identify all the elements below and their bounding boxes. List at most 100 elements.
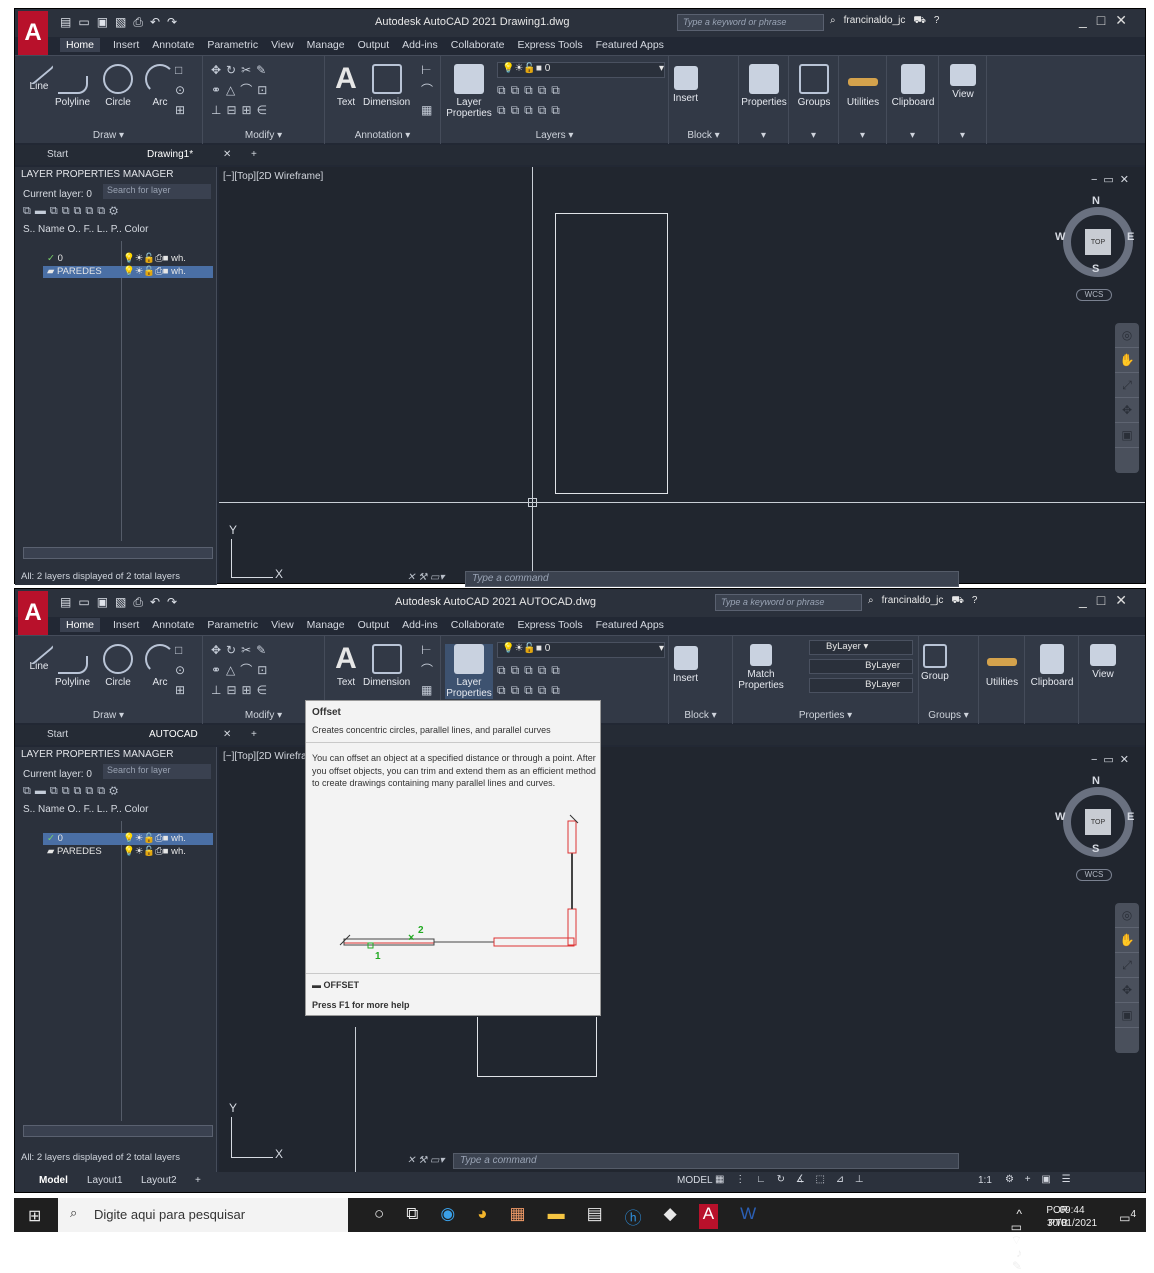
cart-icon[interactable]: ⛟: [913, 15, 926, 28]
command-input[interactable]: Type a command: [465, 571, 959, 587]
utilities-button[interactable]: Utilities: [979, 644, 1025, 688]
tab-output[interactable]: Output: [358, 619, 390, 632]
compass-w[interactable]: W: [1055, 811, 1065, 823]
view-button[interactable]: View: [939, 64, 987, 100]
clock[interactable]: 09:44 30/01/2021: [1042, 1204, 1102, 1230]
wcs-menu[interactable]: WCS: [1076, 869, 1112, 881]
viewcube-top-face[interactable]: TOP: [1085, 229, 1111, 255]
layer-toolbar[interactable]: ⧉▬⧉⧉⧉⧉⧉⚙: [23, 205, 122, 218]
layer-row-0[interactable]: ✓ 0 💡☀🔓⎙■ wh.: [43, 253, 213, 265]
task-view-icon[interactable]: ⧉: [406, 1204, 418, 1229]
compass-s[interactable]: S: [1092, 263, 1099, 275]
compass-n[interactable]: N: [1092, 195, 1100, 207]
store-icon[interactable]: ▤: [587, 1204, 603, 1229]
tab-insert[interactable]: Insert: [113, 39, 139, 52]
viewport-controls[interactable]: [−][Top][2D Wireframe]: [223, 171, 323, 182]
tab-parametric[interactable]: Parametric: [207, 39, 258, 52]
navigation-bar[interactable]: ◎ ✋ ⤢ ✥ ▣: [1115, 903, 1139, 1053]
undo-icon[interactable]: ↶: [150, 595, 160, 610]
pan-icon[interactable]: ✋: [1115, 928, 1139, 953]
undo-icon[interactable]: ↶: [150, 15, 160, 30]
utilities-dropdown[interactable]: ▾: [839, 130, 886, 141]
tab-view[interactable]: View: [271, 39, 294, 52]
draw-group-label[interactable]: Draw ▾: [15, 130, 202, 141]
new-tab-icon[interactable]: +: [251, 727, 257, 742]
help-icon[interactable]: ?: [972, 595, 978, 608]
layer-toolbar[interactable]: ⧉▬⧉⧉⧉⧉⧉⚙: [23, 785, 122, 798]
tab-annotate[interactable]: Annotate: [152, 619, 194, 632]
utilities-button[interactable]: Utilities: [839, 64, 887, 108]
save-icon[interactable]: ▣: [97, 595, 108, 610]
tab-collaborate[interactable]: Collaborate: [451, 39, 505, 52]
user-name[interactable]: francinaldo_jc: [882, 595, 944, 608]
redo-icon[interactable]: ↷: [167, 15, 177, 30]
text-button[interactable]: A Text: [331, 64, 361, 109]
block-group-label[interactable]: Block ▾: [669, 130, 738, 141]
settings-icons[interactable]: ⚙ + ▣ ☰: [1005, 1174, 1075, 1185]
help-search-input[interactable]: Type a keyword or phrase: [677, 14, 824, 31]
layer-tools[interactable]: ⧉⧉⧉⧉⧉ ⧉⧉⧉⧉⧉: [497, 80, 565, 120]
line-button[interactable]: Line: [23, 56, 55, 92]
groups-group-label[interactable]: Groups ▾: [919, 710, 978, 721]
viewport-window-controls[interactable]: −▭✕: [1091, 753, 1135, 766]
zoom-icon[interactable]: ⤢: [1115, 373, 1139, 398]
new-tab-icon[interactable]: +: [251, 147, 257, 162]
tab-insert[interactable]: Insert: [113, 619, 139, 632]
tab-featured-apps[interactable]: Featured Apps: [596, 619, 664, 632]
tab-layout1[interactable]: Layout1: [87, 1175, 123, 1186]
polyline-button[interactable]: Polyline: [55, 644, 90, 688]
tab-annotate[interactable]: Annotate: [152, 39, 194, 52]
groups-button[interactable]: Groups: [789, 64, 839, 108]
clipboard-button[interactable]: Clipboard: [887, 64, 939, 108]
help-icon[interactable]: ?: [934, 15, 940, 28]
view-dropdown[interactable]: ▾: [939, 130, 986, 141]
tab-drawing1[interactable]: Drawing1*: [147, 147, 193, 162]
search-icon[interactable]: ⌕: [868, 595, 874, 608]
tab-start[interactable]: Start: [47, 147, 68, 162]
layer-tools[interactable]: ⧉⧉⧉⧉⧉ ⧉⧉⧉⧉⧉: [497, 660, 565, 700]
compass-e[interactable]: E: [1127, 231, 1134, 243]
windows-start-icon[interactable]: ⊞: [28, 1206, 41, 1226]
orbit-icon[interactable]: ✥: [1115, 978, 1139, 1003]
annotation-small-tools[interactable]: ⊢ ⌒ ▦: [421, 60, 438, 120]
compass-e[interactable]: E: [1127, 811, 1134, 823]
drafting-toggles[interactable]: ▦ ⋮ ∟ ↻ ∡ ⬚ ⊿ ⊥: [715, 1174, 868, 1185]
taskbar-search[interactable]: ⌕ Digite aqui para pesquisar: [58, 1198, 348, 1232]
command-line-controls[interactable]: ✕ ⚒ ▭▾: [407, 1155, 444, 1171]
open-icon[interactable]: ▭: [78, 15, 89, 30]
dimension-button[interactable]: Dimension: [363, 64, 410, 108]
drawn-rectangle[interactable]: [555, 213, 668, 494]
tab-featured-apps[interactable]: Featured Apps: [596, 39, 664, 52]
compass-w[interactable]: W: [1055, 231, 1065, 243]
tab-output[interactable]: Output: [358, 39, 390, 52]
layer-list-scrollbar[interactable]: [23, 547, 213, 559]
viewport-controls[interactable]: [−][Top][2D Wirefra: [223, 751, 307, 762]
explorer-icon[interactable]: ▬: [548, 1204, 565, 1229]
orbit-icon[interactable]: ✥: [1115, 398, 1139, 423]
insert-button[interactable]: Insert: [673, 66, 698, 104]
pan-icon[interactable]: ✋: [1115, 348, 1139, 373]
paint-icon[interactable]: ▦: [510, 1204, 526, 1229]
layer-properties-button[interactable]: Layer Properties: [445, 64, 493, 119]
wcs-menu[interactable]: WCS: [1076, 289, 1112, 301]
zoom-icon[interactable]: ⤢: [1115, 953, 1139, 978]
draw-small-tools[interactable]: □ ⊙ ⊞: [175, 60, 190, 120]
properties-dropdown[interactable]: ▾: [739, 130, 788, 141]
circle-button[interactable]: Circle: [103, 64, 133, 108]
circle-button[interactable]: Circle: [103, 644, 133, 688]
lineweight-dropdown[interactable]: ByLayer: [809, 659, 913, 674]
new-icon[interactable]: ▤: [60, 595, 71, 610]
tab-parametric[interactable]: Parametric: [207, 619, 258, 632]
color-dropdown[interactable]: ByLayer ▾: [809, 640, 913, 655]
tab-express-tools[interactable]: Express Tools: [517, 619, 582, 632]
window-controls[interactable]: _□✕: [1079, 592, 1137, 609]
tab-collaborate[interactable]: Collaborate: [451, 619, 505, 632]
drawn-rectangle[interactable]: [477, 1017, 597, 1077]
dimension-button[interactable]: Dimension: [363, 644, 410, 688]
autocad-logo[interactable]: A: [18, 11, 48, 55]
redo-icon[interactable]: ↷: [167, 595, 177, 610]
tab-manage[interactable]: Manage: [307, 619, 345, 632]
showmotion-icon[interactable]: ▣: [1115, 1003, 1139, 1028]
user-name[interactable]: francinaldo_jc: [844, 15, 906, 28]
layer-list-scrollbar[interactable]: [23, 1125, 213, 1137]
